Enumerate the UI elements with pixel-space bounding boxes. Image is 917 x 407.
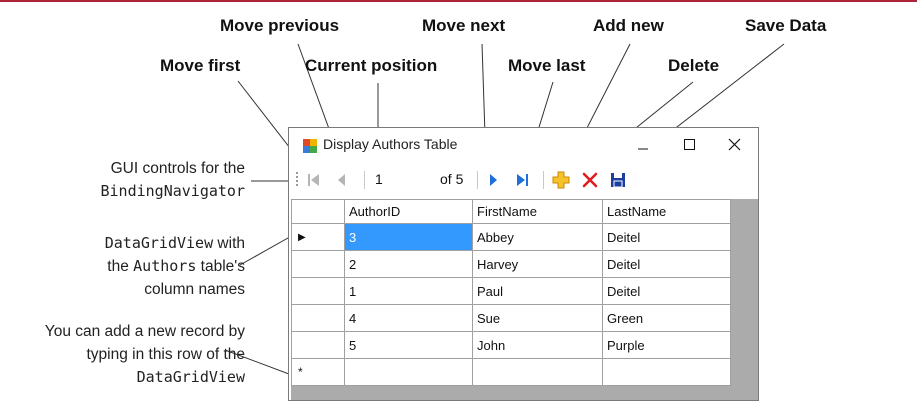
toolbar-separator xyxy=(364,171,365,189)
grid-cell[interactable]: Purple xyxy=(603,332,731,359)
note-dgv-line1-mono: DataGridView xyxy=(105,234,213,252)
grid-cell[interactable]: Deitel xyxy=(603,251,731,278)
note-dgv-line3: column names xyxy=(105,278,245,301)
grip-icon[interactable] xyxy=(293,166,301,194)
note-gui-line2: BindingNavigator xyxy=(101,180,246,203)
move-first-icon[interactable] xyxy=(303,166,325,194)
table-row[interactable]: ▶ 3 Abbey Deitel xyxy=(292,224,731,251)
save-icon[interactable] xyxy=(607,166,629,194)
note-dgv-line1-rest: with xyxy=(213,235,245,252)
table-row[interactable]: 5 John Purple xyxy=(292,332,731,359)
authors-grid-table: AuthorID FirstName LastName ▶ 3 Abbey De… xyxy=(291,199,731,386)
grid-cell[interactable]: Deitel xyxy=(603,278,731,305)
grid-cell[interactable] xyxy=(345,359,473,386)
grid-cell[interactable]: Paul xyxy=(473,278,603,305)
table-row[interactable]: 4 Sue Green xyxy=(292,305,731,332)
title-bar[interactable]: Display Authors Table xyxy=(289,128,758,162)
grid-cell[interactable]: Deitel xyxy=(603,224,731,251)
grid-cell[interactable]: 3 xyxy=(345,224,473,251)
callout-move-first: Move first xyxy=(160,56,240,76)
move-previous-icon[interactable] xyxy=(331,166,353,194)
grid-cell[interactable]: Sue xyxy=(473,305,603,332)
delete-icon[interactable] xyxy=(579,166,601,194)
note-dgv-line2-mono: Authors xyxy=(133,257,196,275)
row-header-cell[interactable] xyxy=(292,305,345,332)
callout-current-position: Current position xyxy=(305,56,437,76)
note-new-line1: You can add a new record by xyxy=(45,320,245,343)
add-new-icon[interactable] xyxy=(550,166,572,194)
note-binding-navigator: GUI controls for the BindingNavigator xyxy=(101,157,246,203)
note-datagridview: DataGridView with the Authors table's co… xyxy=(105,232,245,301)
toolbar-separator xyxy=(477,171,478,189)
grid-cell[interactable]: 2 xyxy=(345,251,473,278)
note-gui-line1: GUI controls for the xyxy=(101,157,246,180)
callout-move-next: Move next xyxy=(422,16,505,36)
grid-header-row: AuthorID FirstName LastName xyxy=(292,200,731,224)
grid-cell[interactable]: John xyxy=(473,332,603,359)
callout-move-previous: Move previous xyxy=(220,16,339,36)
minimize-icon[interactable] xyxy=(620,128,666,162)
note-dgv-line1: DataGridView with xyxy=(105,232,245,255)
window-title: Display Authors Table xyxy=(323,136,457,152)
column-header-lastname[interactable]: LastName xyxy=(603,200,731,224)
grid-cell[interactable]: 1 xyxy=(345,278,473,305)
note-new-line3: DataGridView xyxy=(45,366,245,389)
row-header-cell[interactable] xyxy=(292,278,345,305)
grid-cell[interactable] xyxy=(603,359,731,386)
position-textbox[interactable]: 1 xyxy=(375,169,435,189)
new-row-indicator-icon[interactable]: * xyxy=(292,359,345,386)
grid-cell[interactable]: 5 xyxy=(345,332,473,359)
grid-cell[interactable]: Abbey xyxy=(473,224,603,251)
grid-cell[interactable]: Harvey xyxy=(473,251,603,278)
table-row[interactable]: 2 Harvey Deitel xyxy=(292,251,731,278)
display-authors-window: Display Authors Table 1 of 5 xyxy=(288,127,759,401)
grid-cell[interactable]: Green xyxy=(603,305,731,332)
note-dgv-line2: the Authors table's xyxy=(105,255,245,278)
close-icon[interactable] xyxy=(712,128,758,162)
current-row-indicator-icon[interactable]: ▶ xyxy=(292,224,345,251)
column-header-authorid[interactable]: AuthorID xyxy=(345,200,473,224)
row-header-cell[interactable] xyxy=(292,251,345,278)
toolbar-separator xyxy=(543,171,544,189)
note-dgv-line2-pre: the xyxy=(107,258,133,275)
binding-navigator-toolbar: 1 of 5 xyxy=(289,166,758,194)
count-label: of 5 xyxy=(440,169,463,189)
maximize-icon[interactable] xyxy=(666,128,712,162)
corner-header-cell[interactable] xyxy=(292,200,345,224)
note-new-line2: typing in this row of the xyxy=(45,343,245,366)
column-header-firstname[interactable]: FirstName xyxy=(473,200,603,224)
move-last-icon[interactable] xyxy=(511,166,533,194)
row-header-cell[interactable] xyxy=(292,332,345,359)
note-dgv-line2-post: table's xyxy=(196,258,245,275)
callout-delete: Delete xyxy=(668,56,719,76)
grid-cell[interactable]: 4 xyxy=(345,305,473,332)
table-row[interactable]: 1 Paul Deitel xyxy=(292,278,731,305)
callout-add-new: Add new xyxy=(593,16,664,36)
callout-save-data: Save Data xyxy=(745,16,826,36)
app-icon xyxy=(302,138,318,154)
note-new-record: You can add a new record by typing in th… xyxy=(45,320,245,389)
new-record-row[interactable]: * xyxy=(292,359,731,386)
move-next-icon[interactable] xyxy=(482,166,504,194)
authors-datagridview[interactable]: AuthorID FirstName LastName ▶ 3 Abbey De… xyxy=(291,199,758,400)
grid-cell[interactable] xyxy=(473,359,603,386)
callout-move-last: Move last xyxy=(508,56,585,76)
